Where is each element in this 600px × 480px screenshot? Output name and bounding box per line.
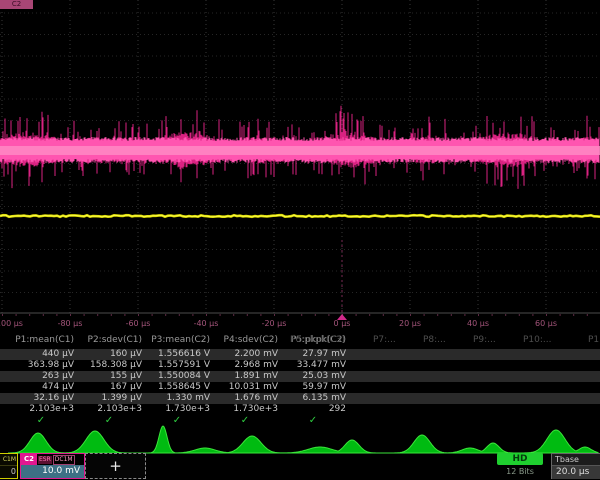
measure-value: 2.968 mV [212, 360, 278, 371]
axis-label: -20 µs [262, 319, 287, 328]
axis-label: 20 µs [399, 319, 421, 328]
axis-label: 60 µs [535, 319, 557, 328]
measure-value: 263 µV [8, 371, 74, 382]
time-axis: -100 µs -80 µs -60 µs -40 µs -20 µs 0 µs 20 µs… [0, 313, 600, 333]
param-header-unused[interactable]: P6:pkpk(C3) [290, 335, 345, 345]
measure-value: 1.330 mV [144, 393, 210, 404]
c2-coupling-badge: DC1M [53, 455, 75, 465]
axis-label: -80 µs [58, 319, 83, 328]
measure-value: 363.98 µV [8, 360, 74, 371]
measure-row: 263 µV155 µV1.550084 V1.891 mV25.03 mV [0, 371, 600, 382]
param-header[interactable]: P2:sdev(C1) [76, 335, 142, 345]
c2-channel-label: C2 [21, 454, 37, 465]
timebase-label: Tbase [552, 454, 600, 466]
measure-value: 2.103e+3 [8, 404, 74, 415]
param-header[interactable]: P3:mean(C2) [144, 335, 210, 345]
axis-label: -60 µs [126, 319, 151, 328]
add-trace-button[interactable]: + [85, 453, 146, 479]
axis-label: 0 µs [334, 319, 351, 328]
status-check-icon: ✓ [76, 415, 142, 427]
measure-value: 1.891 mV [212, 371, 278, 382]
measure-value: 1.556616 V [144, 349, 210, 360]
measure-value: 1.550084 V [144, 371, 210, 382]
measure-value: 1.676 mV [212, 393, 278, 404]
measure-value: 6.135 mV [280, 393, 346, 404]
measure-value: 59.97 mV [280, 382, 346, 393]
timebase-scale-value: 20.0 µs [552, 466, 600, 479]
c2-scale-value: 10.0 mV [21, 465, 84, 478]
param-header-unused[interactable]: P7:... [373, 335, 396, 345]
measure-value: 474 µV [8, 382, 74, 393]
measure-value: 25.03 mV [280, 371, 346, 382]
measure-table-header: P1:mean(C1)P2:sdev(C1)P3:mean(C2)P4:sdev… [0, 333, 600, 347]
measure-value: 440 µV [8, 349, 74, 360]
hd-badge: HD [497, 453, 543, 465]
hd-bits-label: 12 Bits [497, 465, 543, 478]
channel-c2-descriptor[interactable]: C2 ESR DC1M 10.0 mV [20, 453, 85, 479]
param-header[interactable]: P1:mean(C1) [8, 335, 74, 345]
timebase-descriptor[interactable]: Tbase 20.0 µs [551, 453, 600, 479]
measure-value: 27.97 mV [280, 349, 346, 360]
channel-c1-descriptor[interactable]: C1M 0 mV [0, 453, 18, 479]
measure-status-row: ✓✓✓✓✓ [0, 415, 600, 426]
status-check-icon: ✓ [280, 415, 346, 427]
measure-value: 1.730e+3 [212, 404, 278, 415]
measure-value: 292 [280, 404, 346, 415]
measure-value: 160 µV [76, 349, 142, 360]
axis-label: 40 µs [467, 319, 489, 328]
param-header-unused[interactable]: P8:... [423, 335, 446, 345]
axis-label: -100 µs [0, 319, 23, 328]
param-header-unused[interactable]: P10:... [523, 335, 552, 345]
c1-scale-value: 0 mV [0, 466, 17, 480]
measure-value: 2.200 mV [212, 349, 278, 360]
param-header-unused[interactable]: P9:... [473, 335, 496, 345]
status-check-icon: ✓ [144, 415, 210, 427]
measure-value: 158.308 µV [76, 360, 142, 371]
param-header-unused[interactable]: P11 [588, 335, 600, 345]
measure-value: 33.477 mV [280, 360, 346, 371]
measure-row: 2.103e+32.103e+31.730e+31.730e+3292 [0, 404, 600, 415]
hd-mode-indicator[interactable]: HD 12 Bits [497, 453, 543, 479]
measure-value: 167 µV [76, 382, 142, 393]
measure-value: 1.557591 V [144, 360, 210, 371]
measure-value: 1.558645 V [144, 382, 210, 393]
measure-value: 10.031 mV [212, 382, 278, 393]
oscilloscope-screen: C2 -100 µs -80 µs -60 µs -40 µs -20 µs 0 µs 20… [0, 0, 600, 480]
measure-row: 474 µV167 µV1.558645 V10.031 mV59.97 mV [0, 382, 600, 393]
axis-label: -40 µs [194, 319, 219, 328]
c1-coupling-badge: C1M [0, 454, 17, 466]
trace-annotation-label: C2 [0, 0, 33, 9]
measure-value: 2.103e+3 [76, 404, 142, 415]
measure-row: 363.98 µV158.308 µV1.557591 V2.968 mV33.… [0, 360, 600, 371]
measure-value: 1.399 µV [76, 393, 142, 404]
param-header[interactable]: P4:sdev(C2) [212, 335, 278, 345]
measure-row: 440 µV160 µV1.556616 V2.200 mV27.97 mV [0, 349, 600, 360]
status-check-icon: ✓ [212, 415, 278, 427]
measure-value: 155 µV [76, 371, 142, 382]
measure-value: 1.730e+3 [144, 404, 210, 415]
measure-row: 32.16 µV1.399 µV1.330 mV1.676 mV6.135 mV [0, 393, 600, 404]
measure-table[interactable]: P1:mean(C1)P2:sdev(C1)P3:mean(C2)P4:sdev… [0, 333, 600, 429]
status-check-icon: ✓ [8, 415, 74, 427]
c2-esr-badge: ESR [38, 456, 52, 464]
measure-value: 32.16 µV [8, 393, 74, 404]
